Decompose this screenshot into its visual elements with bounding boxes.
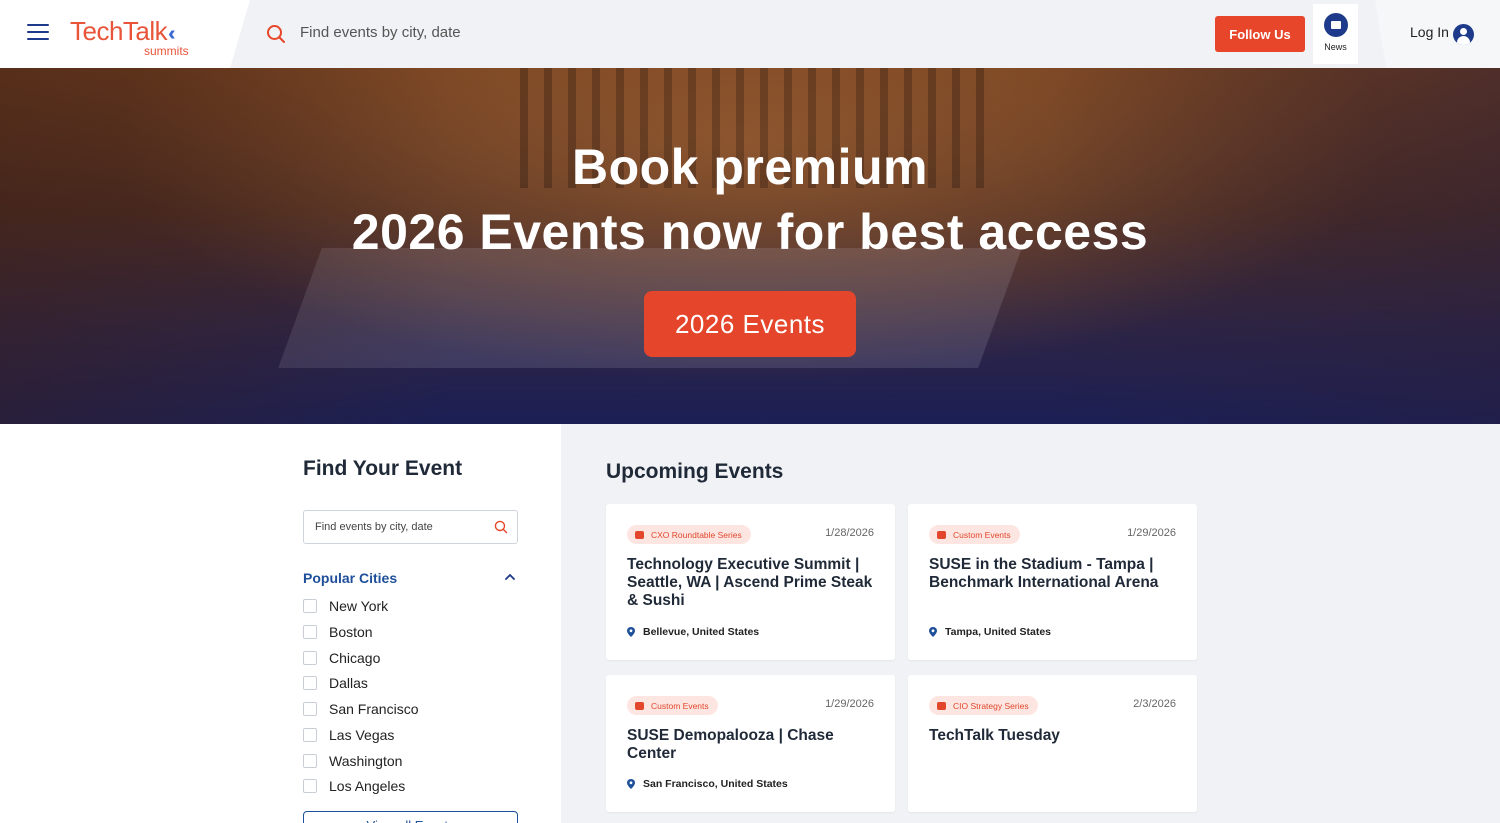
view-all-events-button[interactable]: View all Events <box>303 811 518 823</box>
event-category-tag: Custom Events <box>929 525 1020 544</box>
techtalk-logo[interactable]: TechTalk‹‹ summits <box>70 16 189 58</box>
news-label: News <box>1324 42 1347 52</box>
location-pin-icon <box>627 779 635 789</box>
event-card[interactable]: Custom Events 1/29/2026 SUSE Demopalooza… <box>606 675 895 812</box>
city-filter-san-francisco[interactable]: San Francisco <box>303 699 418 719</box>
checkbox[interactable] <box>303 676 317 690</box>
event-date: 1/29/2026 <box>1127 527 1176 539</box>
category-icon <box>937 530 946 539</box>
header-search-input[interactable]: Find events by city, date <box>300 24 461 41</box>
city-filter-boston[interactable]: Boston <box>303 622 373 642</box>
city-filter-los-angeles[interactable]: Los Angeles <box>303 776 405 796</box>
checkbox[interactable] <box>303 702 317 716</box>
checkbox[interactable] <box>303 625 317 639</box>
city-label: Las Vegas <box>329 727 395 743</box>
city-label: Boston <box>329 624 373 640</box>
logo-chevron-icon: ‹‹ <box>168 23 177 45</box>
chevron-up-icon[interactable] <box>503 570 517 584</box>
event-date: 1/28/2026 <box>825 527 874 539</box>
filter-search-placeholder: Find events by city, date <box>315 521 433 533</box>
city-filter-new-york[interactable]: New York <box>303 596 388 616</box>
event-card[interactable]: CIO Strategy Series 2/3/2026 TechTalk Tu… <box>908 675 1197 812</box>
event-category-tag: CXO Roundtable Series <box>627 525 751 544</box>
upcoming-events-title: Upcoming Events <box>606 460 784 483</box>
city-label: Chicago <box>329 650 381 666</box>
event-title[interactable]: TechTalk Tuesday <box>929 727 1179 745</box>
checkbox[interactable] <box>303 754 317 768</box>
city-filter-dallas[interactable]: Dallas <box>303 673 368 693</box>
city-filter-las-vegas[interactable]: Las Vegas <box>303 725 394 745</box>
tag-label: Custom Events <box>651 700 709 711</box>
hero-banner: Book premium 2026 Events now for best ac… <box>0 68 1500 424</box>
city-filter-chicago[interactable]: Chicago <box>303 648 380 668</box>
hero-title-line1: Book premium <box>571 139 929 195</box>
city-label: Dallas <box>329 675 368 691</box>
login-link[interactable]: Log In <box>1410 24 1449 40</box>
search-icon[interactable] <box>266 24 286 44</box>
event-category-tag: CIO Strategy Series <box>929 696 1038 715</box>
event-date: 2/3/2026 <box>1133 698 1176 710</box>
hamburger-menu-icon[interactable] <box>27 24 49 42</box>
event-location: San Francisco, United States <box>627 778 788 790</box>
checkbox[interactable] <box>303 779 317 793</box>
follow-us-button[interactable]: Follow Us <box>1215 16 1305 52</box>
popular-cities-heading[interactable]: Popular Cities <box>303 570 397 586</box>
event-location: Bellevue, United States <box>627 626 759 638</box>
city-label: New York <box>329 598 389 614</box>
event-title[interactable]: Technology Executive Summit | Seattle, W… <box>627 556 877 610</box>
filter-search-input[interactable]: Find events by city, date <box>303 510 518 544</box>
city-label: San Francisco <box>329 701 419 717</box>
event-category-tag: Custom Events <box>627 696 718 715</box>
event-title[interactable]: SUSE in the Stadium - Tampa | Benchmark … <box>929 556 1179 592</box>
news-icon <box>1323 13 1348 37</box>
event-date: 1/29/2026 <box>825 698 874 710</box>
logo-subtitle: summits <box>144 44 189 58</box>
tag-label: CXO Roundtable Series <box>651 529 742 540</box>
checkbox[interactable] <box>303 728 317 742</box>
tag-label: Custom Events <box>953 529 1011 540</box>
category-icon <box>937 701 946 710</box>
event-card[interactable]: Custom Events 1/29/2026 SUSE in the Stad… <box>908 504 1197 660</box>
location-pin-icon <box>929 627 937 637</box>
hero-events-button[interactable]: 2026 Events <box>644 291 856 357</box>
checkbox[interactable] <box>303 599 317 613</box>
event-title[interactable]: SUSE Demopalooza | Chase Center <box>627 727 877 763</box>
top-header: TechTalk‹‹ summits Find events by city, … <box>0 0 1500 68</box>
category-icon <box>635 701 644 710</box>
hero-title-line2: 2026 Events now for best access <box>351 204 1149 260</box>
news-link[interactable]: News <box>1313 4 1358 64</box>
location-text: Bellevue, United States <box>643 626 760 638</box>
checkbox[interactable] <box>303 651 317 665</box>
event-card[interactable]: CXO Roundtable Series 1/28/2026 Technolo… <box>606 504 895 660</box>
logo-wordmark: TechTalk <box>70 16 168 46</box>
tag-label: CIO Strategy Series <box>953 700 1029 711</box>
user-avatar-icon[interactable] <box>1453 24 1474 45</box>
city-label: Los Angeles <box>329 778 406 794</box>
location-text: Tampa, United States <box>945 626 1051 638</box>
location-text: San Francisco, United States <box>643 778 788 790</box>
city-label: Washington <box>329 753 403 769</box>
search-icon[interactable] <box>494 520 508 534</box>
location-pin-icon <box>627 627 635 637</box>
category-icon <box>635 530 644 539</box>
event-location: Tampa, United States <box>929 626 1051 638</box>
city-filter-washington[interactable]: Washington <box>303 751 402 771</box>
find-event-title: Find Your Event <box>303 457 463 480</box>
